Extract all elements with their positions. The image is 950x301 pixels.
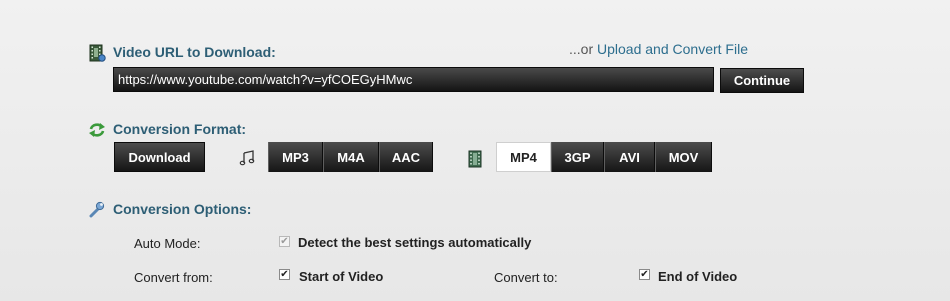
audio-format-group: MP3 M4A AAC [268,142,433,172]
format-aac[interactable]: AAC [379,142,433,172]
convert-to-checkbox[interactable]: ✔ [639,269,650,280]
format-avi[interactable]: AVI [604,142,655,172]
video-format-group: MP4 3GP AVI MOV [496,142,712,172]
wrench-icon [88,200,106,218]
auto-mode-label: Auto Mode: [134,236,201,251]
film-strip-icon [468,150,482,168]
auto-mode-text: Detect the best settings automatically [298,235,532,250]
convert-from-text: Start of Video [299,269,384,284]
format-mp4[interactable]: MP4 [496,142,551,172]
download-button[interactable]: Download [114,142,205,172]
format-m4a[interactable]: M4A [323,142,379,172]
format-mp3[interactable]: MP3 [268,142,323,172]
film-icon [88,44,106,62]
upload-and-convert-link[interactable]: Upload and Convert File [597,41,748,57]
upload-prefix: ...or [569,41,594,57]
convert-from-checkbox[interactable]: ✔ [279,269,290,280]
format-3gp[interactable]: 3GP [551,142,604,172]
music-note-icon [239,150,255,166]
refresh-icon [88,121,106,139]
video-url-input[interactable] [113,67,714,92]
convert-from-label: Convert from: [134,270,213,285]
auto-mode-checkbox[interactable]: ✔ [279,236,290,247]
conversion-format-label: Conversion Format: [113,121,247,137]
video-url-label: Video URL to Download: [113,44,276,60]
convert-to-label: Convert to: [494,270,558,285]
continue-button[interactable]: Continue [720,68,804,93]
format-mov[interactable]: MOV [655,142,712,172]
convert-to-text: End of Video [658,269,738,284]
upload-link-row: ...or Upload and Convert File [569,41,748,57]
conversion-options-label: Conversion Options: [113,201,252,217]
